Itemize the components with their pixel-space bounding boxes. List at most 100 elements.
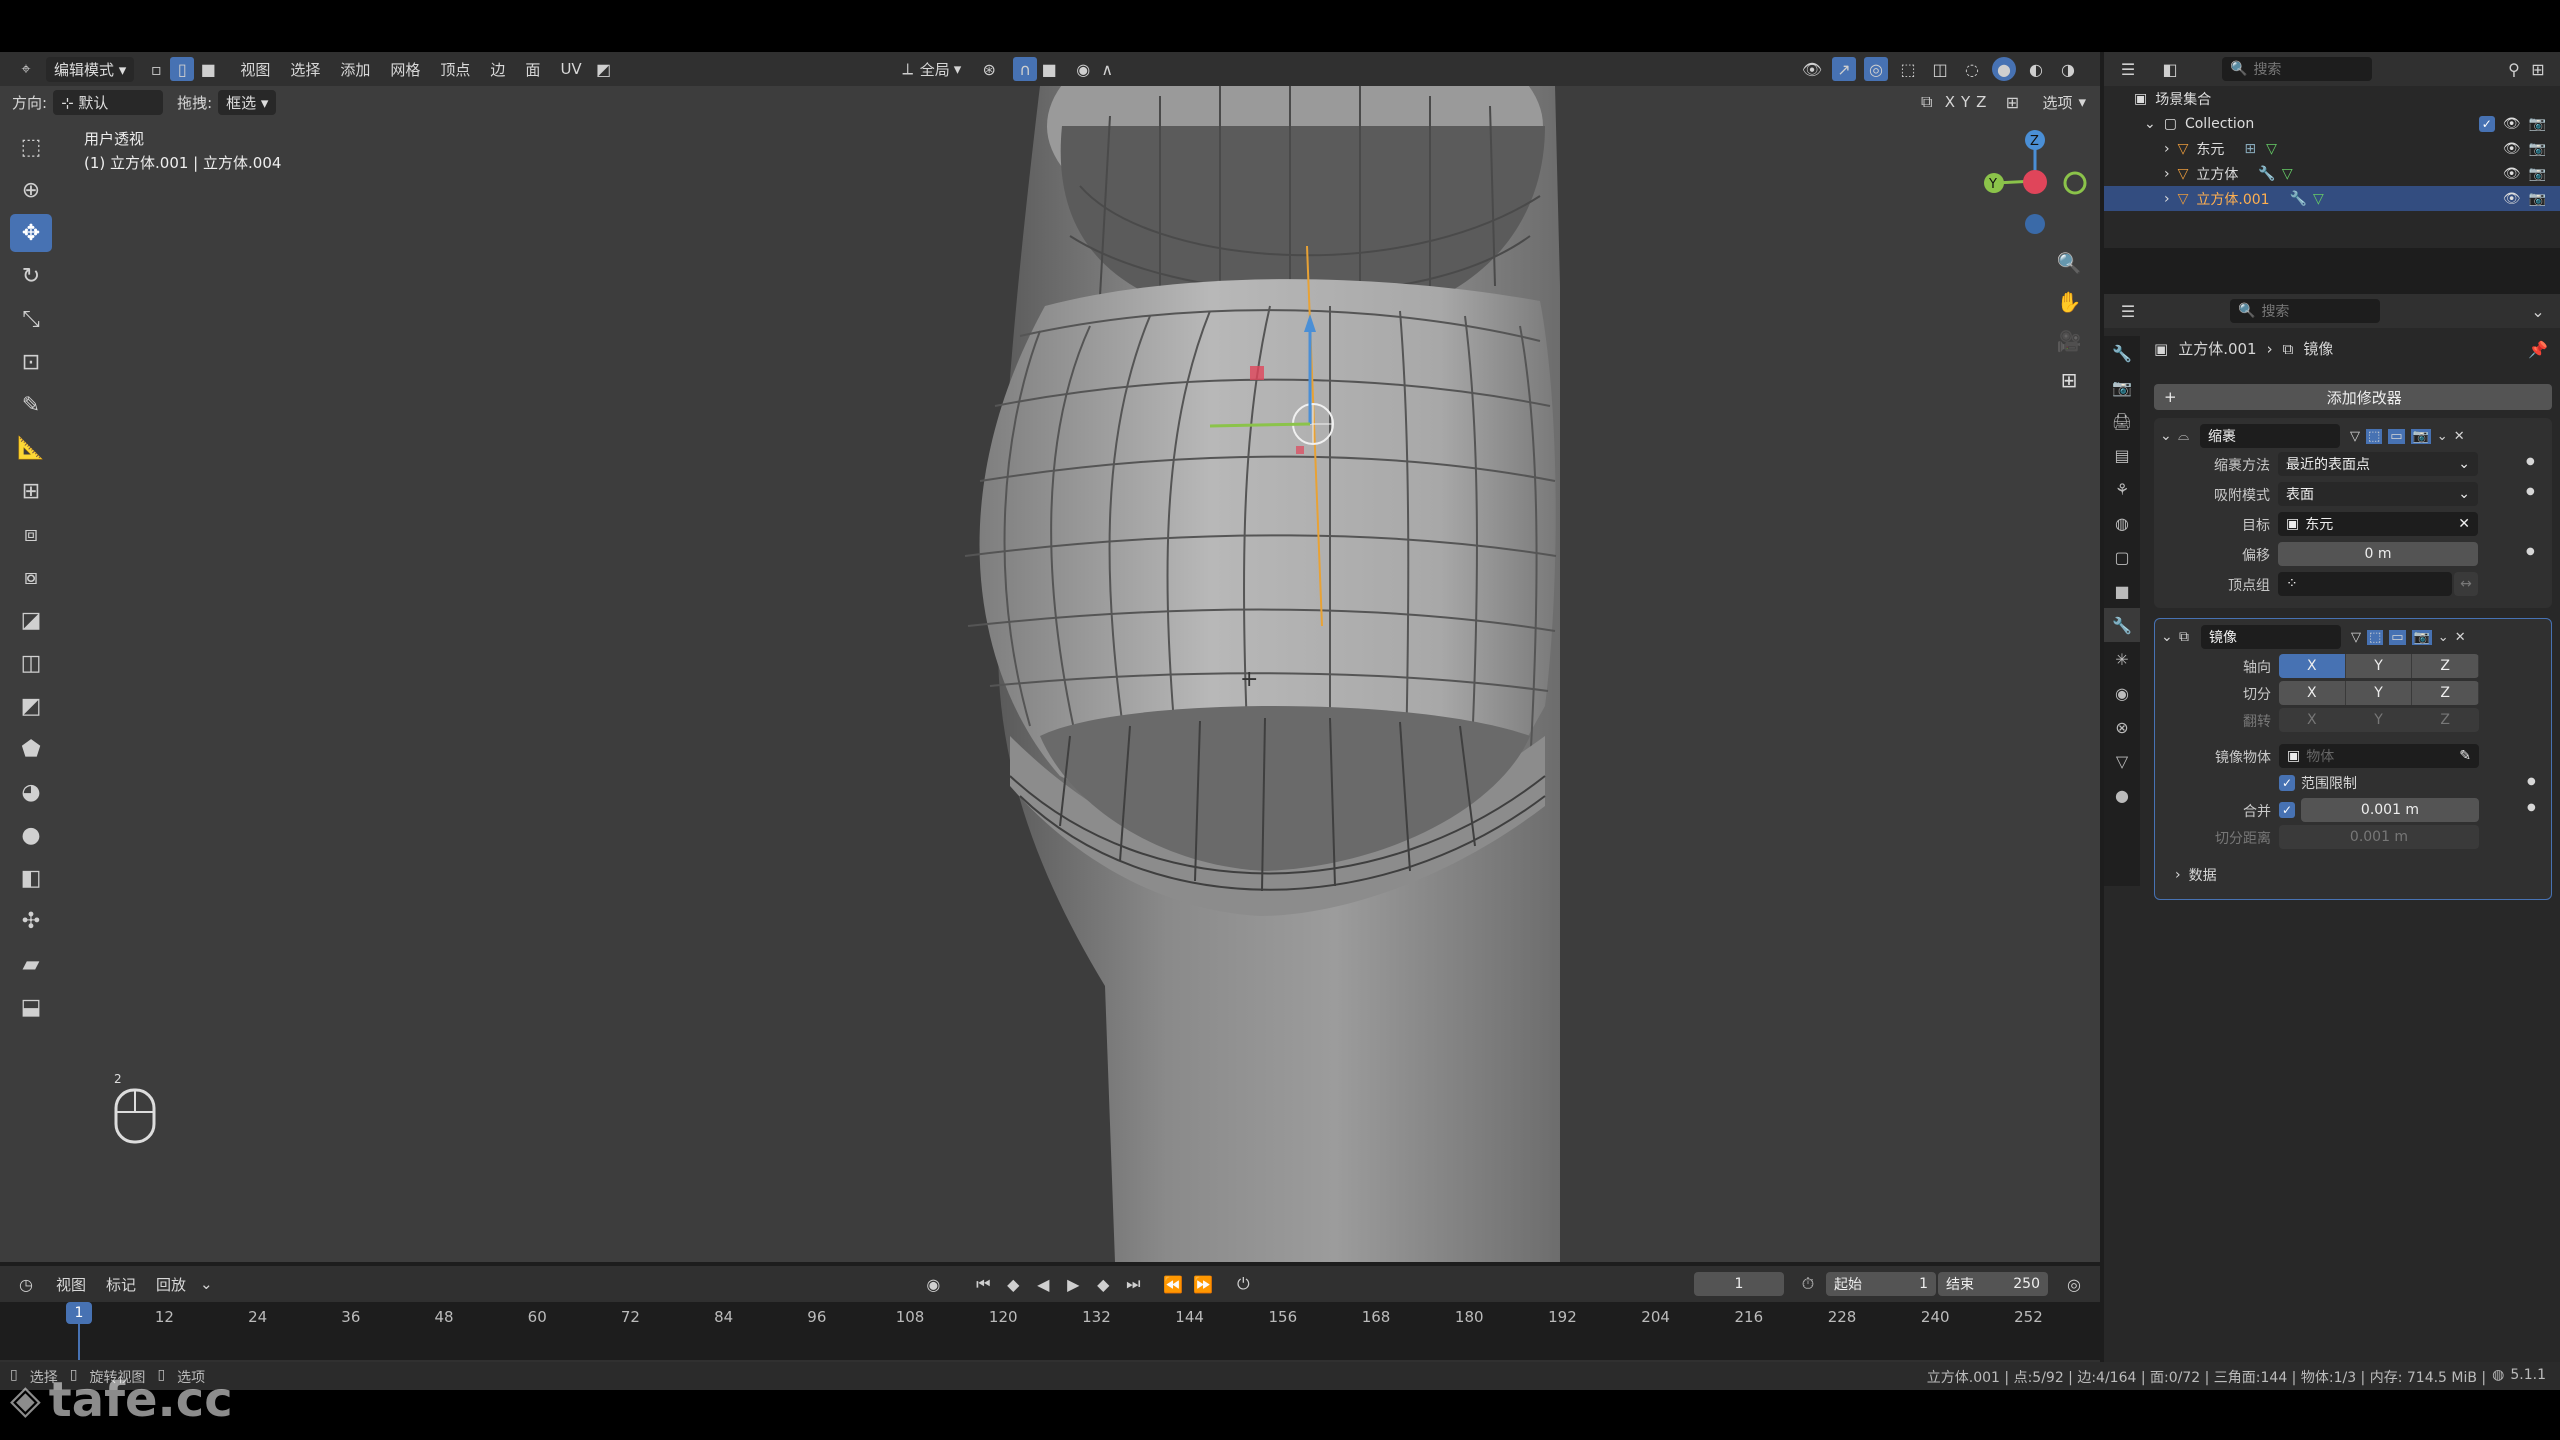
view-layer-tab-icon[interactable]: ▤ [2104, 438, 2140, 472]
poly-build-icon[interactable]: ⬟ [10, 730, 52, 768]
3d-viewport[interactable]: + 用户透视 (1) 立方体.001 | 立方体.004 Z Y 🔍 ✋ 🎥 ⊞… [0, 86, 2100, 1262]
orientation-dropdown[interactable]: ⊹ 默认 [53, 89, 164, 115]
eye-icon[interactable]: 👁 [2503, 141, 2521, 157]
timeline-menu-marker[interactable]: 标记 [96, 1274, 146, 1295]
data-tab-icon[interactable]: ▽ [2104, 744, 2140, 778]
filter-icon[interactable]: ⚲ [2502, 57, 2526, 81]
snap-mode-dropdown[interactable]: 表面 ⌄ [2278, 482, 2478, 506]
axis-x-button[interactable]: X [2279, 654, 2346, 678]
collection-row[interactable]: ⌄ ▢ Collection ✓ 👁 📷 [2104, 111, 2560, 136]
shrinkwrap-name-field[interactable]: 缩裹 [2200, 424, 2340, 448]
cursor-icon[interactable]: ⊕ [10, 171, 52, 209]
visibility-icon[interactable]: 👁 [1800, 57, 1824, 81]
properties-editor-icon[interactable]: ☰ [2116, 299, 2140, 323]
new-collection-icon[interactable]: ⊞ [2526, 57, 2550, 81]
options-dropdown[interactable]: 选项 [2042, 92, 2072, 113]
extrude-icon[interactable]: ⧈ [10, 515, 52, 553]
move-icon[interactable]: ✥ [10, 214, 52, 252]
collapse-icon[interactable]: ⌄ [2160, 428, 2178, 444]
jump-start-icon[interactable]: ⏮ [971, 1272, 995, 1296]
breadcrumb-modifier[interactable]: 镜像 [2303, 338, 2333, 359]
frame-end-field[interactable]: 结束 250 [1938, 1272, 2048, 1296]
zoom-icon[interactable]: 🔍 [2052, 246, 2086, 280]
invert-vgroup-button[interactable]: ↔ [2454, 572, 2478, 596]
chevron-down-icon[interactable]: ⌄ [2437, 429, 2448, 444]
camera-render-icon[interactable]: 📷 [2529, 191, 2546, 207]
constraints-tab-icon[interactable]: ⊗ [2104, 710, 2140, 744]
menu-mesh[interactable]: 网格 [380, 59, 430, 80]
physics-tab-icon[interactable]: ◉ [2104, 676, 2140, 710]
mode-dropdown[interactable]: 编辑模式 ▾ [46, 56, 135, 82]
display-mode-icon[interactable]: ◧ [2158, 57, 2182, 81]
wrap-method-dropdown[interactable]: 最近的表面点 ⌄ [2278, 452, 2478, 476]
rotate-icon[interactable]: ↻ [10, 257, 52, 295]
outliner-search[interactable]: 🔍 搜索 [2222, 57, 2372, 81]
timeline-menu-playback[interactable]: 回放 [146, 1274, 196, 1295]
keyframe-dot-icon[interactable]: ● [2527, 802, 2536, 813]
camera-render-icon[interactable]: 📷 [2529, 116, 2546, 132]
menu-vertex[interactable]: 顶点 [430, 59, 480, 80]
keyframe-dot-icon[interactable]: ● [2526, 546, 2535, 557]
merge-distance-field[interactable]: 0.001 m [2301, 798, 2479, 822]
target-field[interactable]: ▣ 东元 ✕ [2278, 512, 2478, 536]
camera-render-icon[interactable]: 📷 [2529, 166, 2546, 182]
keyframe-dot-icon[interactable]: ● [2526, 486, 2535, 497]
menu-view[interactable]: 视图 [230, 59, 280, 80]
editmode-icon[interactable]: ⬚ [2366, 428, 2383, 444]
loop-cut-icon[interactable]: ◫ [10, 644, 52, 682]
keyframe-dot-icon[interactable]: ● [2527, 776, 2536, 787]
timeline-editor-icon[interactable]: ◷ [14, 1272, 38, 1296]
bisect-distance-field[interactable]: 0.001 m [2279, 825, 2479, 849]
next-keyframe-icon[interactable]: ◆ [1091, 1272, 1115, 1296]
add-modifier-button[interactable]: + 添加修改器 [2154, 384, 2552, 410]
bisect-y-button[interactable]: Y [2345, 681, 2413, 705]
output-tab-icon[interactable]: 🖨 [2104, 404, 2140, 438]
edge-slide-icon[interactable]: ◧ [10, 859, 52, 897]
vertex-group-field[interactable]: ⁘ [2278, 572, 2452, 596]
mirror-object-field[interactable]: ▣ 物体 ✎ [2279, 744, 2479, 768]
keyframe-dot-icon[interactable]: ● [2526, 456, 2535, 467]
play-reverse-icon[interactable]: ◀ [1031, 1272, 1055, 1296]
edge-select-icon[interactable]: ▯ [170, 57, 195, 81]
pivot-point-icon[interactable]: ⊛ [977, 57, 1001, 81]
shrink-fatten-icon[interactable]: ✣ [10, 902, 52, 940]
falloff-icon[interactable]: ∧ [1095, 57, 1119, 81]
edit-cage-icon[interactable]: ▽ [2350, 429, 2360, 444]
frame-start-field[interactable]: 起始 1 [1826, 1272, 1936, 1296]
object-tab-icon[interactable]: ■ [2104, 574, 2140, 608]
keying-icon[interactable]: ◎ [2062, 1272, 2086, 1296]
outliner-item-cube-001[interactable]: › ▽ 立方体.001 🔧 ▽ 👁 📷 [2104, 186, 2560, 211]
menu-uv[interactable]: UV [550, 60, 591, 78]
auto-key-icon[interactable]: ⏻ [1231, 1272, 1255, 1296]
record-icon[interactable]: ◉ [921, 1272, 945, 1296]
close-icon[interactable]: ✕ [2455, 630, 2466, 645]
chevron-down-icon[interactable]: ⌄ [2526, 299, 2550, 323]
menu-face[interactable]: 面 [515, 59, 550, 80]
material-tab-icon[interactable]: ● [2104, 778, 2140, 812]
clipping-row[interactable]: ✓ 范围限制 [2279, 771, 2357, 795]
chevron-down-icon[interactable]: ⌄ [2438, 630, 2449, 645]
current-frame-field[interactable]: 1 [1694, 1272, 1784, 1296]
breadcrumb-object[interactable]: 立方体.001 [2178, 338, 2256, 359]
timeline-menu-view[interactable]: 视图 [46, 1274, 96, 1295]
prev-keyframe-icon[interactable]: ◆ [1001, 1272, 1025, 1296]
render-icon[interactable]: 📷 [2410, 428, 2431, 444]
data-subpanel[interactable]: › 数据 [2175, 863, 2217, 887]
axis-z-button[interactable]: Z [2412, 654, 2479, 678]
viewport-icon[interactable]: ▭ [2389, 629, 2406, 645]
navigation-gizmo[interactable]: Z Y [1970, 126, 2090, 236]
rendered-shading-icon[interactable]: ◑ [2056, 57, 2080, 81]
next-frame-icon[interactable]: ⏩ [1191, 1272, 1215, 1296]
menu-add[interactable]: 添加 [330, 59, 380, 80]
collapse-icon[interactable]: ⌄ [2161, 629, 2179, 645]
select-box-icon[interactable]: ⬚ [10, 128, 52, 166]
editor-type-icon[interactable]: ⌖ [14, 57, 38, 81]
overlay-icon[interactable]: ◎ [1864, 57, 1888, 81]
bisect-z-button[interactable]: Z [2412, 681, 2479, 705]
tool-tab-icon[interactable]: 🔧 [2104, 336, 2140, 370]
menu-edge[interactable]: 边 [480, 59, 515, 80]
mirror-name-field[interactable]: 镜像 [2201, 625, 2341, 649]
camera-render-icon[interactable]: 📷 [2529, 141, 2546, 157]
properties-search[interactable]: 🔍 搜索 [2230, 299, 2380, 323]
drag-dropdown[interactable]: 框选 ▾ [218, 89, 277, 115]
